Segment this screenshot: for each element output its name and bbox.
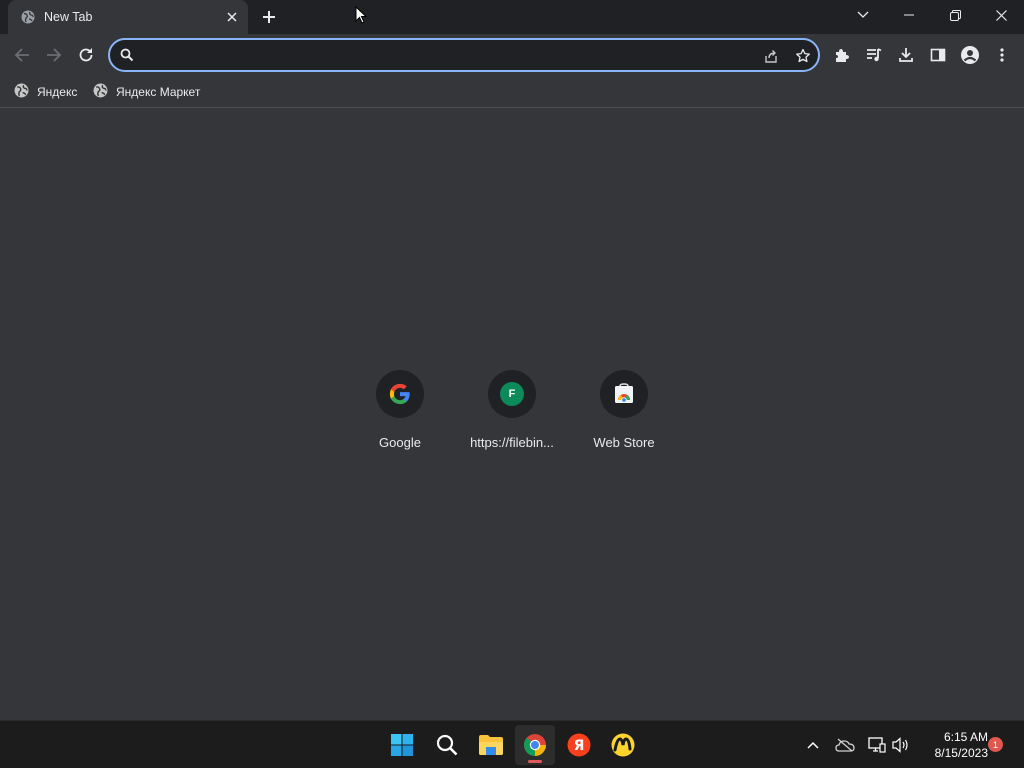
taskbar-clock[interactable]: 6:15 AM 8/15/2023	[918, 729, 988, 761]
globe-icon	[14, 83, 29, 101]
shortcut-icon-container: F	[488, 370, 536, 418]
cloud-off-icon	[835, 738, 855, 752]
chevron-down-icon	[857, 11, 869, 18]
globe-icon	[21, 10, 35, 24]
media-controls-button[interactable]	[860, 41, 888, 69]
close-tab-icon[interactable]	[223, 8, 241, 26]
toolbar	[0, 34, 1024, 76]
search-icon	[436, 734, 458, 756]
svg-text:Я: Я	[574, 738, 585, 754]
menu-button[interactable]	[988, 41, 1016, 69]
filebin-f-icon: F	[500, 382, 524, 406]
plus-icon	[263, 11, 275, 23]
arrow-left-icon	[14, 48, 29, 62]
media-playlist-icon	[867, 48, 882, 62]
mouse-cursor-icon	[355, 5, 368, 24]
speaker-icon	[892, 737, 908, 753]
chrome-taskbar-button[interactable]	[515, 725, 555, 765]
folder-icon	[479, 735, 503, 755]
close-icon	[995, 9, 1007, 21]
windows-logo-icon	[391, 734, 413, 756]
close-window-button[interactable]	[978, 0, 1024, 30]
chrome-icon	[523, 734, 546, 756]
chevron-up-icon	[807, 741, 819, 749]
reload-button[interactable]	[72, 41, 100, 69]
start-button[interactable]	[382, 725, 422, 765]
volume-tray-button[interactable]	[889, 733, 913, 757]
taskbar-search-button[interactable]	[427, 725, 467, 765]
shortcut-tile[interactable]: Web Store	[568, 370, 680, 462]
puzzle-icon	[836, 49, 849, 62]
extensions-button[interactable]	[828, 41, 856, 69]
arrow-right-icon	[47, 48, 62, 62]
share-icon[interactable]	[760, 45, 782, 67]
tab-title: New Tab	[44, 10, 93, 24]
bookmark-star-icon[interactable]	[792, 45, 814, 67]
minimize-button[interactable]	[886, 0, 932, 30]
side-panel-icon	[930, 48, 946, 62]
search-icon	[120, 48, 134, 62]
taskbar: Я 6:15 AM 8/15/2023 1	[0, 720, 1024, 768]
downloads-button[interactable]	[892, 41, 920, 69]
network-tray-button[interactable]	[865, 733, 889, 757]
google-g-icon	[376, 370, 424, 418]
address-bar[interactable]	[108, 38, 820, 72]
web-store-icon	[600, 370, 648, 418]
shortcut-tile[interactable]: Google	[344, 370, 456, 462]
yandex-icon: Я	[567, 733, 591, 757]
show-hidden-icons-button[interactable]	[801, 733, 825, 757]
globe-icon	[93, 83, 108, 101]
back-button[interactable]	[8, 41, 36, 69]
bookmark-item[interactable]: Яндекс	[8, 81, 83, 103]
yandex-browser-button[interactable]: Я	[559, 725, 599, 765]
shortcut-label: https://filebin...	[470, 435, 554, 450]
tab-new-tab[interactable]: New Tab	[8, 0, 248, 34]
clock-date: 8/15/2023	[934, 746, 988, 760]
bookmark-label: Яндекс Маркет	[116, 85, 201, 99]
restore-icon	[949, 9, 961, 21]
file-explorer-button[interactable]	[471, 725, 511, 765]
shortcut-label: Web Store	[593, 435, 655, 450]
address-input[interactable]	[142, 44, 742, 66]
restore-button[interactable]	[932, 0, 978, 30]
avatar-icon	[961, 46, 979, 64]
bookmark-item[interactable]: Яндекс Маркет	[87, 81, 206, 103]
bookmarks-bar: Яндекс Яндекс Маркет	[0, 76, 1024, 108]
download-icon	[899, 48, 913, 62]
clock-time: 6:15 AM	[943, 730, 988, 744]
profile-button[interactable]	[956, 41, 984, 69]
tab-strip: New Tab	[0, 0, 1024, 34]
shortcut-label: Google	[379, 435, 421, 450]
yandex-market-button[interactable]	[603, 725, 643, 765]
reload-icon	[79, 48, 93, 62]
bookmark-label: Яндекс	[37, 85, 78, 99]
tab-search-button[interactable]	[840, 0, 886, 30]
yandex-market-icon	[611, 733, 635, 757]
notification-count-badge[interactable]: 1	[988, 737, 1003, 752]
side-panel-button[interactable]	[924, 41, 952, 69]
minimize-icon	[904, 14, 914, 16]
forward-button[interactable]	[40, 41, 68, 69]
active-app-indicator	[528, 760, 542, 763]
shortcut-tile[interactable]: F https://filebin...	[456, 370, 568, 462]
kebab-menu-icon	[1000, 48, 1004, 62]
new-tab-button[interactable]	[258, 6, 280, 28]
network-monitor-icon	[868, 737, 886, 753]
onedrive-tray-button[interactable]	[833, 733, 857, 757]
browser-window: New Tab Яндекс Яндекс Маркет Google F ht…	[0, 0, 1024, 720]
